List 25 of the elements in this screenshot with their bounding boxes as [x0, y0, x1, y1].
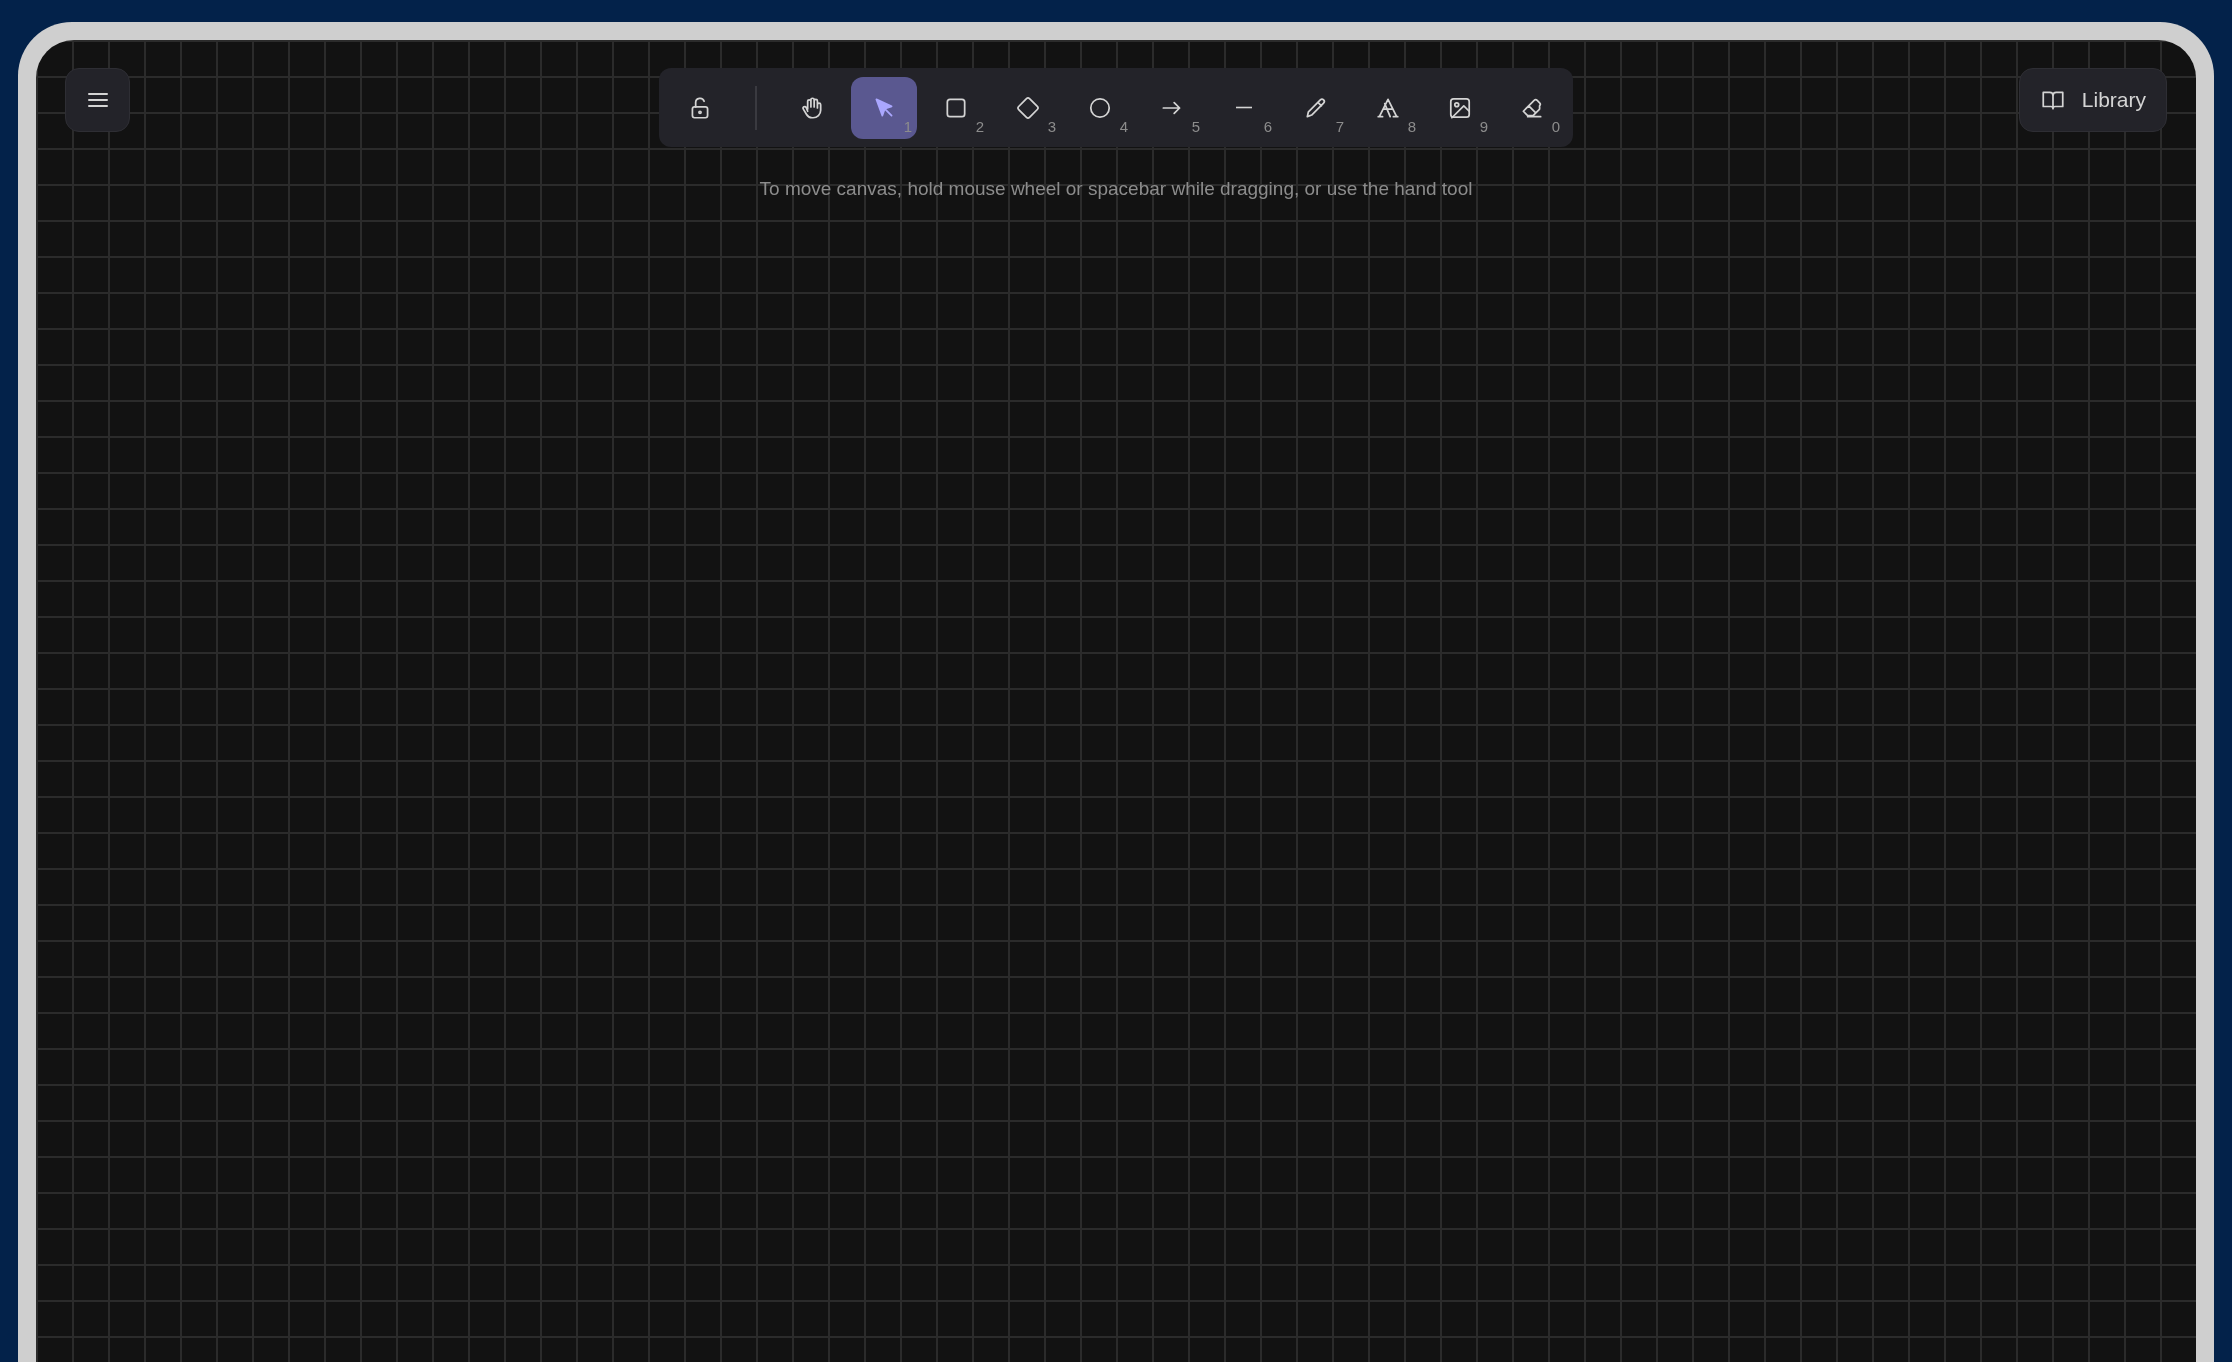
- hand-icon: [799, 94, 825, 121]
- hint-text: To move canvas, hold mouse wheel or spacebar while dragging, or use the hand tool: [759, 177, 1473, 201]
- line-icon: [1235, 106, 1253, 109]
- shortcut-key: 4: [1119, 118, 1128, 134]
- diamond-icon: [1015, 94, 1041, 121]
- tool-button[interactable]: 9: [1427, 76, 1493, 139]
- tool-button[interactable]: 8: [1355, 76, 1421, 139]
- shortcut-key: 6: [1263, 118, 1272, 134]
- tool-button[interactable]: 7: [1283, 76, 1349, 139]
- shortcut-key: 8: [1407, 118, 1416, 134]
- library-button[interactable]: Library: [2018, 68, 2167, 132]
- menu-button[interactable]: [65, 68, 130, 132]
- tool-button[interactable]: 5: [1139, 76, 1205, 139]
- tool-button[interactable]: 3: [995, 76, 1061, 139]
- tool-button[interactable]: 6: [1211, 76, 1277, 139]
- shortcut-key: 7: [1335, 118, 1344, 134]
- tool-button[interactable]: 4: [1067, 76, 1133, 139]
- menu-icon: [86, 91, 109, 109]
- shortcut-key: 2: [975, 118, 984, 134]
- tool-button[interactable]: 2: [923, 76, 989, 139]
- shortcut-key: 0: [1551, 118, 1560, 134]
- shortcut-key: 9: [1479, 118, 1488, 134]
- shortcut-key: 3: [1047, 118, 1056, 134]
- shortcut-key: 5: [1191, 118, 1200, 134]
- tool-button[interactable]: 0: [1499, 76, 1565, 139]
